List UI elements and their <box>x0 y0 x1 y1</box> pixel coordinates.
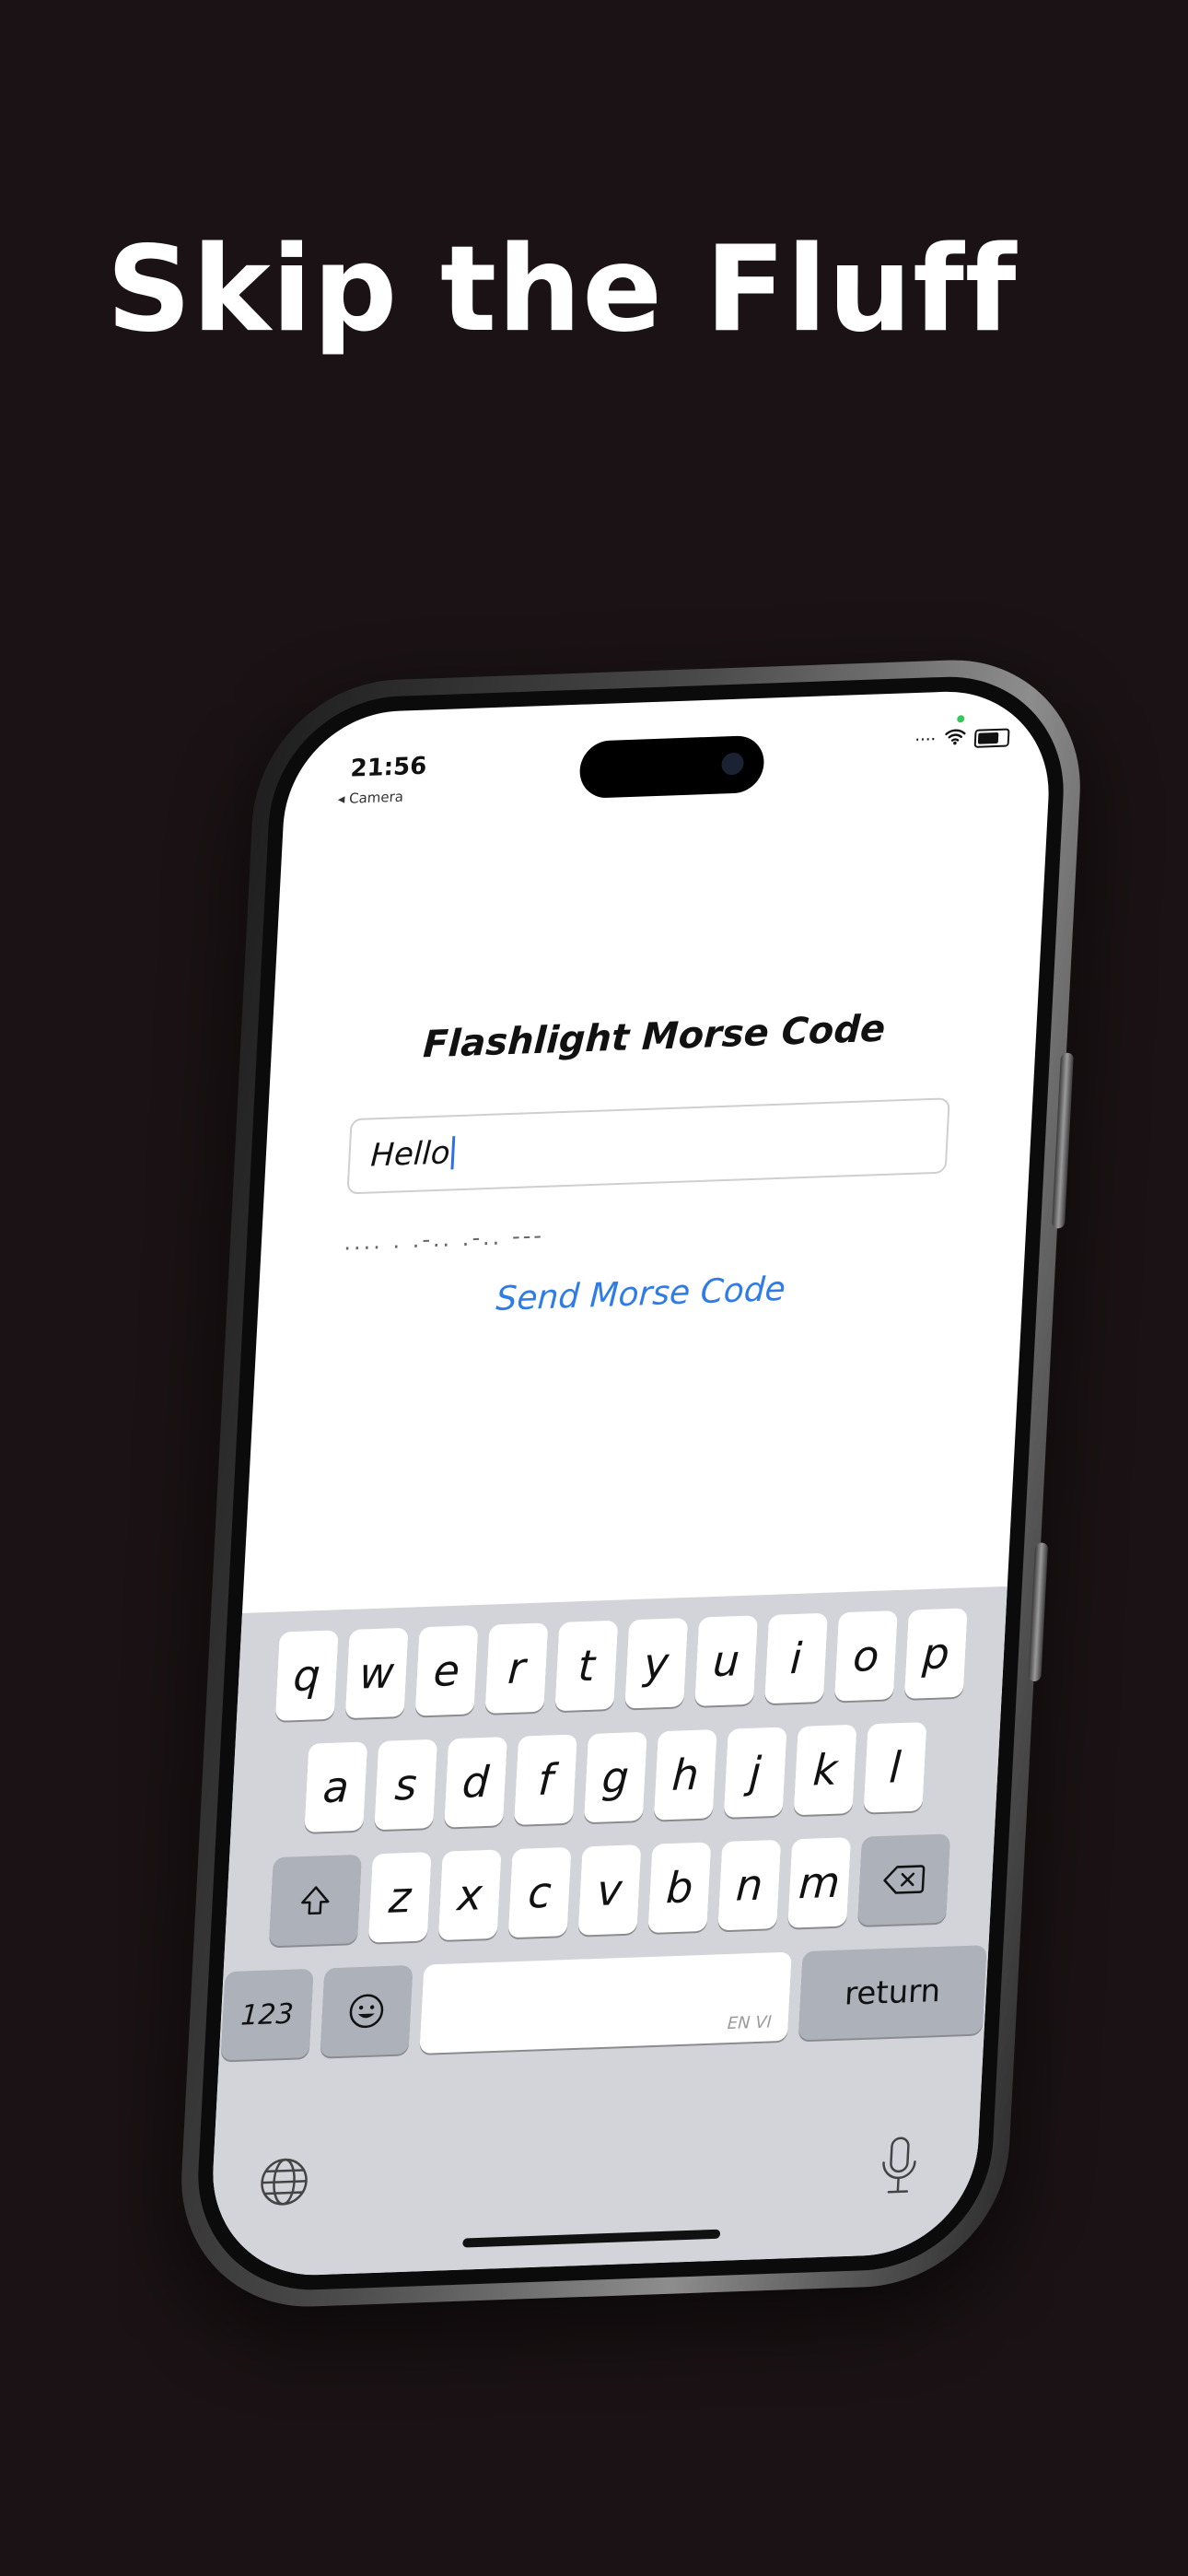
return-key[interactable]: return <box>798 1945 987 2041</box>
key-z[interactable]: z <box>367 1852 432 1943</box>
key-h[interactable]: h <box>653 1729 717 1821</box>
keyboard-language-label: EN VI <box>727 2012 773 2034</box>
status-time: 21:56 <box>349 752 427 783</box>
keyboard-bottom-bar <box>207 2113 980 2279</box>
signal-icon: ···· <box>914 730 937 751</box>
key-m[interactable]: m <box>787 1837 852 1928</box>
shift-icon <box>301 1886 330 1915</box>
battery-icon <box>973 727 1010 748</box>
key-g[interactable]: g <box>583 1731 647 1823</box>
key-o[interactable]: o <box>833 1610 898 1702</box>
message-input[interactable]: Hello <box>346 1097 950 1195</box>
key-w[interactable]: w <box>344 1627 409 1719</box>
send-morse-code-button[interactable]: Send Morse Code <box>257 1261 1024 1328</box>
key-q[interactable]: q <box>274 1630 339 1721</box>
numbers-key[interactable]: 123 <box>220 1968 314 2061</box>
key-l[interactable]: l <box>863 1722 927 1813</box>
camera-indicator-dot <box>957 715 965 723</box>
emoji-key[interactable] <box>320 1965 413 2057</box>
key-f[interactable]: f <box>513 1734 577 1825</box>
key-v[interactable]: v <box>577 1844 642 1936</box>
status-icons: ···· <box>914 726 1010 751</box>
keyboard: q w e r t y u i o p a s d f g h j k l z … <box>207 1586 1007 2279</box>
space-key[interactable]: EN VI <box>419 1951 792 2054</box>
key-c[interactable]: c <box>507 1846 572 1938</box>
key-s[interactable]: s <box>374 1739 438 1831</box>
key-e[interactable]: e <box>414 1625 479 1716</box>
key-u[interactable]: u <box>694 1615 759 1706</box>
keyboard-row-3: z x c v b n m <box>225 1832 995 1948</box>
microphone-icon[interactable] <box>874 2134 924 2200</box>
key-j[interactable]: j <box>723 1727 787 1818</box>
key-x[interactable]: x <box>437 1849 502 1941</box>
key-p[interactable]: p <box>903 1608 968 1699</box>
emoji-icon <box>349 1994 384 2029</box>
backspace-icon <box>883 1865 926 1894</box>
backspace-key[interactable] <box>857 1833 950 1926</box>
wifi-icon <box>945 728 966 750</box>
keyboard-row-4: 123 EN VI return <box>219 1945 989 2061</box>
keyboard-row-1: q w e r t y u i o p <box>237 1607 1007 1722</box>
home-indicator <box>462 2229 721 2248</box>
phone-screen: 21:56 ◂ Camera ···· Flashlight Morse Cod… <box>207 687 1054 2279</box>
key-n[interactable]: n <box>717 1839 782 1931</box>
morse-output: .... . .-.. .-.. --- <box>343 1222 545 1256</box>
key-r[interactable]: r <box>484 1622 549 1714</box>
shift-key[interactable] <box>268 1854 362 1947</box>
back-to-camera-link[interactable]: ◂ Camera <box>337 789 403 808</box>
key-t[interactable]: t <box>554 1620 619 1712</box>
key-i[interactable]: i <box>764 1612 828 1704</box>
globe-icon[interactable] <box>257 2155 311 2208</box>
key-a[interactable]: a <box>304 1741 368 1832</box>
text-caret <box>450 1136 456 1170</box>
message-input-value: Hello <box>369 1134 451 1175</box>
key-b[interactable]: b <box>647 1842 712 1934</box>
key-d[interactable]: d <box>444 1737 508 1828</box>
app-title: Flashlight Morse Code <box>422 1007 887 1067</box>
keyboard-row-2: a s d f g h j k l <box>230 1719 1000 1834</box>
dynamic-island <box>578 734 766 799</box>
phone-mockup: 21:56 ◂ Camera ···· Flashlight Morse Cod… <box>174 655 1088 2312</box>
key-k[interactable]: k <box>793 1724 857 1816</box>
key-y[interactable]: y <box>624 1618 689 1709</box>
